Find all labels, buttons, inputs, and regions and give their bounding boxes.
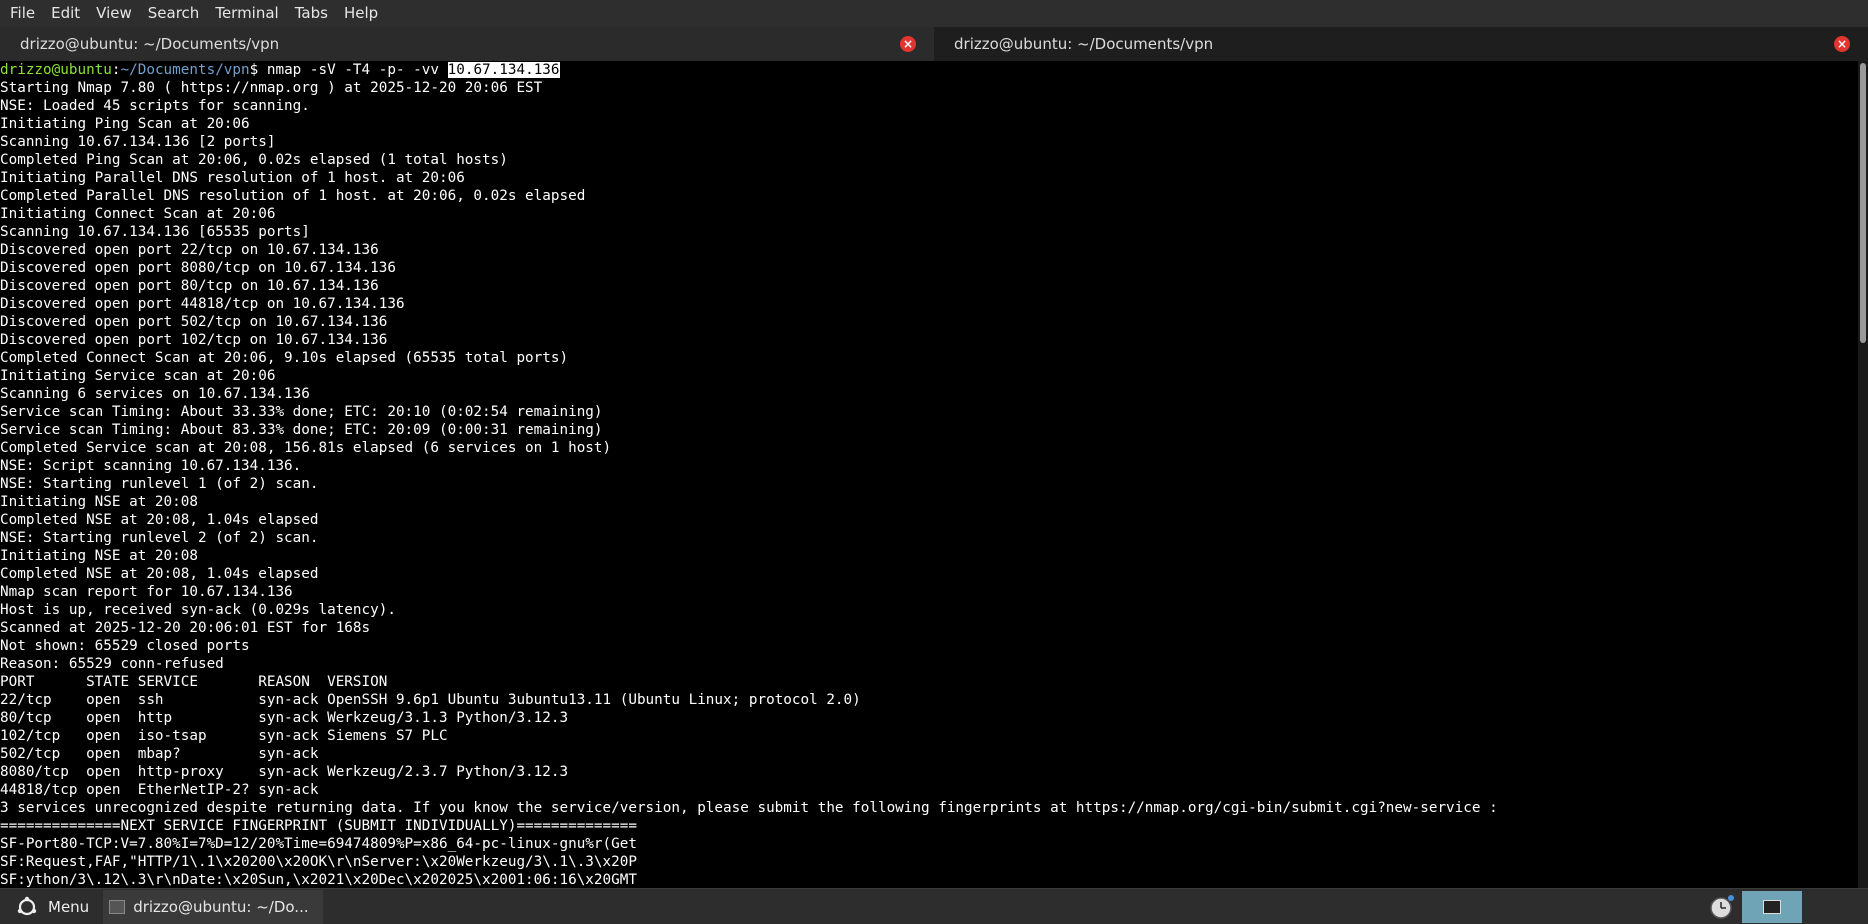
output-line: Discovered open port 502/tcp on 10.67.13… bbox=[0, 314, 388, 330]
selected-text[interactable]: 10.67.134.136 bbox=[447, 62, 560, 78]
tab-bar: drizzo@ubuntu: ~/Documents/vpn × drizzo@… bbox=[0, 27, 1868, 61]
output-line: NSE: Starting runlevel 2 (of 2) scan. bbox=[0, 530, 319, 546]
output-line: Discovered open port 22/tcp on 10.67.134… bbox=[0, 242, 379, 258]
prompt-path: ~/Documents/vpn bbox=[120, 62, 250, 78]
menubar: File Edit View Search Terminal Tabs Help bbox=[0, 0, 1868, 27]
output-line: Service scan Timing: About 83.33% done; … bbox=[0, 422, 603, 438]
output-line: 102/tcp open iso-tsap syn-ack Siemens S7… bbox=[0, 728, 448, 744]
output-line: 22/tcp open ssh syn-ack OpenSSH 9.6p1 Ub… bbox=[0, 692, 861, 708]
menu-file[interactable]: File bbox=[2, 0, 43, 27]
tab-2[interactable]: drizzo@ubuntu: ~/Documents/vpn × bbox=[934, 27, 1868, 61]
output-line: SF-Port80-TCP:V=7.80%I=7%D=12/20%Time=69… bbox=[0, 836, 637, 852]
mint-menu-icon bbox=[17, 896, 37, 915]
output-line: Completed Ping Scan at 20:06, 0.02s elap… bbox=[0, 152, 508, 168]
scrollbar-thumb[interactable] bbox=[1860, 63, 1866, 343]
output-line: Initiating NSE at 20:08 bbox=[0, 548, 198, 564]
output-lines: Starting Nmap 7.80 ( https://nmap.org ) … bbox=[0, 79, 1858, 888]
output-line: Scanned at 2025-12-20 20:06:01 EST for 1… bbox=[0, 620, 371, 636]
menu-view[interactable]: View bbox=[88, 0, 140, 27]
prompt-user-host: drizzo@ubuntu bbox=[0, 62, 112, 78]
output-line: 3 services unrecognized despite returnin… bbox=[0, 800, 1498, 816]
output-line: Initiating Connect Scan at 20:06 bbox=[0, 206, 276, 222]
menu-edit[interactable]: Edit bbox=[43, 0, 88, 27]
output-line: 8080/tcp open http-proxy syn-ack Werkzeu… bbox=[0, 764, 569, 780]
output-line: Initiating Service scan at 20:06 bbox=[0, 368, 276, 384]
close-icon[interactable]: × bbox=[1834, 36, 1850, 52]
taskbar-window-label: drizzo@ubuntu: ~/Do... bbox=[133, 897, 309, 916]
terminal-icon bbox=[1763, 900, 1781, 914]
output-line: Initiating Parallel DNS resolution of 1 … bbox=[0, 170, 465, 186]
output-line: NSE: Starting runlevel 1 (of 2) scan. bbox=[0, 476, 319, 492]
output-line: Reason: 65529 conn-refused bbox=[0, 656, 224, 672]
menu-search[interactable]: Search bbox=[140, 0, 208, 27]
menu-label: Menu bbox=[48, 897, 90, 916]
output-line: Starting Nmap 7.80 ( https://nmap.org ) … bbox=[0, 80, 543, 96]
output-line: Host is up, received syn-ack (0.029s lat… bbox=[0, 602, 396, 618]
output-line: Discovered open port 8080/tcp on 10.67.1… bbox=[0, 260, 396, 276]
taskbar: Menu drizzo@ubuntu: ~/Do... bbox=[0, 888, 1868, 924]
output-line: Discovered open port 44818/tcp on 10.67.… bbox=[0, 296, 405, 312]
output-line: ==============NEXT SERVICE FINGERPRINT (… bbox=[0, 818, 637, 834]
scrollbar[interactable] bbox=[1858, 61, 1868, 888]
prompt-separator: : bbox=[111, 62, 121, 78]
output-line: 80/tcp open http syn-ack Werkzeug/3.1.3 … bbox=[0, 710, 569, 726]
menu-tabs[interactable]: Tabs bbox=[287, 0, 336, 27]
tab-title: drizzo@ubuntu: ~/Documents/vpn bbox=[954, 35, 1214, 53]
output-line: Completed Connect Scan at 20:06, 9.10s e… bbox=[0, 350, 569, 366]
output-line: Completed NSE at 20:08, 1.04s elapsed bbox=[0, 512, 319, 528]
output-line: NSE: Loaded 45 scripts for scanning. bbox=[0, 98, 310, 114]
output-line: SF:Request,FAF,"HTTP/1\.1\x20200\x20OK\r… bbox=[0, 854, 637, 870]
output-line: Scanning 10.67.134.136 [65535 ports] bbox=[0, 224, 310, 240]
terminal-window: File Edit View Search Terminal Tabs Help… bbox=[0, 0, 1868, 924]
output-line: Completed Parallel DNS resolution of 1 h… bbox=[0, 188, 586, 204]
output-line: Discovered open port 102/tcp on 10.67.13… bbox=[0, 332, 388, 348]
terminal-icon bbox=[109, 899, 126, 914]
output-line: Completed Service scan at 20:08, 156.81s… bbox=[0, 440, 612, 456]
start-menu-button[interactable]: Menu bbox=[0, 890, 99, 924]
output-line: 502/tcp open mbap? syn-ack bbox=[0, 746, 319, 762]
prompt-line: drizzo@ubuntu:~/Documents/vpn$ nmap -sV … bbox=[0, 61, 1858, 79]
output-line: Not shown: 65529 closed ports bbox=[0, 638, 250, 654]
prompt-symbol: $ bbox=[249, 62, 267, 78]
output-line: NSE: Script scanning 10.67.134.136. bbox=[0, 458, 302, 474]
tab-title: drizzo@ubuntu: ~/Documents/vpn bbox=[20, 35, 280, 53]
clock-icon[interactable] bbox=[1708, 893, 1736, 921]
menu-help[interactable]: Help bbox=[336, 0, 386, 27]
output-line: 44818/tcp open EtherNetIP-2? syn-ack bbox=[0, 782, 319, 798]
taskbar-window-button[interactable]: drizzo@ubuntu: ~/Do... bbox=[103, 889, 323, 924]
menu-terminal[interactable]: Terminal bbox=[207, 0, 286, 27]
output-line: Service scan Timing: About 33.33% done; … bbox=[0, 404, 603, 420]
output-line: Discovered open port 80/tcp on 10.67.134… bbox=[0, 278, 379, 294]
output-line: Initiating Ping Scan at 20:06 bbox=[0, 116, 250, 132]
tab-1[interactable]: drizzo@ubuntu: ~/Documents/vpn × bbox=[0, 27, 934, 61]
output-line: Initiating NSE at 20:08 bbox=[0, 494, 198, 510]
output-line: SF:ython/3\.12\.3\r\nDate:\x20Sun,\x2021… bbox=[0, 872, 637, 888]
close-icon[interactable]: × bbox=[900, 36, 916, 52]
output-line: PORT STATE SERVICE REASON VERSION bbox=[0, 674, 388, 690]
command-text: nmap -sV -T4 -p- -vv bbox=[266, 62, 448, 78]
terminal-output[interactable]: drizzo@ubuntu:~/Documents/vpn$ nmap -sV … bbox=[0, 61, 1858, 888]
output-line: Nmap scan report for 10.67.134.136 bbox=[0, 584, 293, 600]
output-line: Scanning 10.67.134.136 [2 ports] bbox=[0, 134, 276, 150]
tray-terminal-button[interactable] bbox=[1742, 891, 1802, 923]
output-line: Scanning 6 services on 10.67.134.136 bbox=[0, 386, 310, 402]
output-line: Completed NSE at 20:08, 1.04s elapsed bbox=[0, 566, 319, 582]
